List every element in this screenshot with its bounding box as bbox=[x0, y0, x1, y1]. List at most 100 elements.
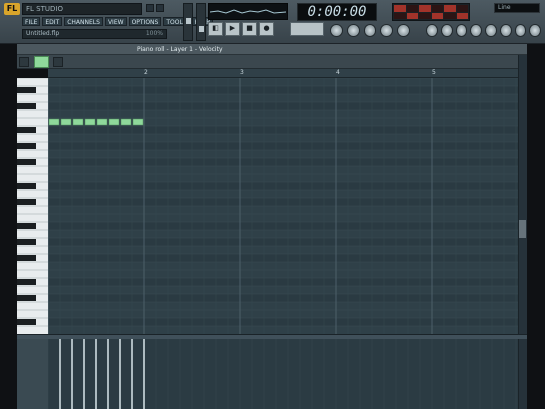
black-key bbox=[17, 239, 36, 245]
timeline-ruler[interactable]: 2 3 4 5 bbox=[48, 69, 518, 78]
grid-row-shade bbox=[48, 238, 518, 246]
black-key bbox=[17, 279, 36, 285]
master-pitch-slider[interactable] bbox=[196, 3, 206, 41]
note bbox=[108, 118, 120, 126]
note bbox=[84, 118, 96, 126]
note bbox=[120, 118, 132, 126]
song-time-display: 0:00:00 bbox=[297, 3, 377, 21]
scrollbar-thumb[interactable] bbox=[519, 220, 526, 238]
grid-row-shade bbox=[48, 278, 518, 286]
note bbox=[72, 118, 84, 126]
draw-tool-icon[interactable] bbox=[34, 56, 49, 68]
meter-cell bbox=[456, 12, 468, 19]
knob-icon[interactable] bbox=[485, 24, 497, 37]
play-button[interactable]: ▶ bbox=[225, 22, 240, 36]
browser-field[interactable]: Line bbox=[494, 3, 540, 13]
knob-icon[interactable] bbox=[470, 24, 482, 37]
menu-channels[interactable]: CHANNELS bbox=[64, 17, 103, 26]
piano-keyboard[interactable] bbox=[17, 78, 48, 334]
grid-row-shade bbox=[48, 222, 518, 230]
piano-roll-title: Piano roll - Layer 1 - Velocity bbox=[137, 46, 223, 53]
black-key bbox=[17, 255, 36, 261]
black-key bbox=[17, 127, 36, 133]
black-key bbox=[17, 103, 36, 109]
knob-icon[interactable] bbox=[330, 24, 343, 37]
app-logo: FL bbox=[4, 3, 20, 15]
grid-row-shade bbox=[48, 158, 518, 166]
stop-button[interactable]: ■ bbox=[242, 22, 257, 36]
black-key bbox=[17, 159, 36, 165]
knob-icon[interactable] bbox=[363, 24, 377, 37]
knob-icon[interactable] bbox=[499, 24, 512, 37]
knob-icon[interactable] bbox=[380, 24, 394, 37]
piano-roll-toolbar bbox=[17, 55, 527, 69]
meter-cell bbox=[419, 12, 431, 19]
close-icon[interactable] bbox=[156, 4, 164, 12]
black-key bbox=[17, 295, 36, 301]
grid-row-shade bbox=[48, 294, 518, 302]
hint-text: Untitled.flp bbox=[26, 30, 60, 37]
mixer-meter bbox=[392, 3, 470, 21]
menu-arrow-icon[interactable] bbox=[19, 57, 29, 67]
bar-number: 4 bbox=[336, 69, 340, 76]
grid-row-shade bbox=[48, 182, 518, 190]
knob-icon[interactable] bbox=[346, 24, 360, 37]
keyboard-keys[interactable] bbox=[17, 78, 48, 334]
menu-bar: FILE EDIT CHANNELS VIEW OPTIONS TOOLS HE… bbox=[22, 17, 213, 26]
pattern-selector[interactable] bbox=[290, 22, 324, 36]
piano-roll-titlebar[interactable]: Piano roll - Layer 1 - Velocity bbox=[17, 44, 527, 55]
snap-icon[interactable] bbox=[53, 57, 63, 67]
meter-cell bbox=[456, 5, 468, 12]
meter-cell bbox=[394, 5, 406, 12]
black-key bbox=[17, 199, 36, 205]
knob-icon[interactable] bbox=[397, 24, 410, 37]
bar-number: 2 bbox=[144, 69, 148, 76]
note bbox=[132, 118, 144, 126]
menu-options[interactable]: OPTIONS bbox=[128, 17, 162, 26]
transport-controls: ◧ ▶ ■ ● bbox=[208, 22, 288, 36]
waveform-icon bbox=[210, 9, 286, 14]
bar-number: 3 bbox=[240, 69, 244, 76]
grid-row-shade bbox=[48, 318, 518, 326]
grid-row-shade bbox=[48, 254, 518, 262]
grid-row-shade bbox=[48, 126, 518, 134]
knob-icon[interactable] bbox=[514, 24, 527, 37]
velocity-editor[interactable] bbox=[48, 339, 518, 409]
knob-icon[interactable] bbox=[455, 24, 468, 37]
hint-bar: Untitled.flp 100% bbox=[22, 29, 167, 39]
black-key bbox=[17, 183, 36, 189]
main-toolbar: FL FL STUDIO FILE EDIT CHANNELS VIEW OPT… bbox=[0, 0, 545, 44]
minimize-icon[interactable] bbox=[146, 4, 154, 12]
knob-icon[interactable] bbox=[529, 24, 541, 37]
grid-row-shade bbox=[48, 102, 518, 110]
menu-file[interactable]: FILE bbox=[22, 17, 41, 26]
grid-row-shade bbox=[48, 86, 518, 94]
meter-cell bbox=[444, 5, 456, 12]
knob-icon[interactable] bbox=[440, 24, 453, 37]
bar-number: 5 bbox=[432, 69, 436, 76]
meter-cell bbox=[394, 12, 406, 19]
note-grid[interactable] bbox=[48, 78, 518, 334]
grid-row-shade bbox=[48, 198, 518, 206]
menu-edit[interactable]: EDIT bbox=[42, 17, 63, 26]
note bbox=[48, 118, 60, 126]
knob-icon[interactable] bbox=[426, 24, 438, 37]
hint-value: 100% bbox=[145, 30, 163, 37]
note bbox=[96, 118, 108, 126]
event-editor-label bbox=[17, 339, 48, 409]
black-key bbox=[17, 87, 36, 93]
black-key bbox=[17, 143, 36, 149]
master-volume-slider[interactable] bbox=[183, 3, 193, 41]
tempo-knobs bbox=[330, 24, 410, 42]
meter-cell bbox=[431, 12, 443, 19]
pattern-mode-button[interactable]: ◧ bbox=[208, 22, 223, 36]
menu-view[interactable]: VIEW bbox=[104, 17, 127, 26]
note bbox=[60, 118, 72, 126]
meter-cell bbox=[431, 5, 443, 12]
velocity-canvas[interactable] bbox=[48, 339, 518, 409]
note-grid-canvas[interactable] bbox=[48, 78, 518, 334]
meter-cell bbox=[406, 5, 418, 12]
black-key bbox=[17, 223, 36, 229]
meter-cell bbox=[444, 12, 456, 19]
record-button[interactable]: ● bbox=[259, 22, 274, 36]
